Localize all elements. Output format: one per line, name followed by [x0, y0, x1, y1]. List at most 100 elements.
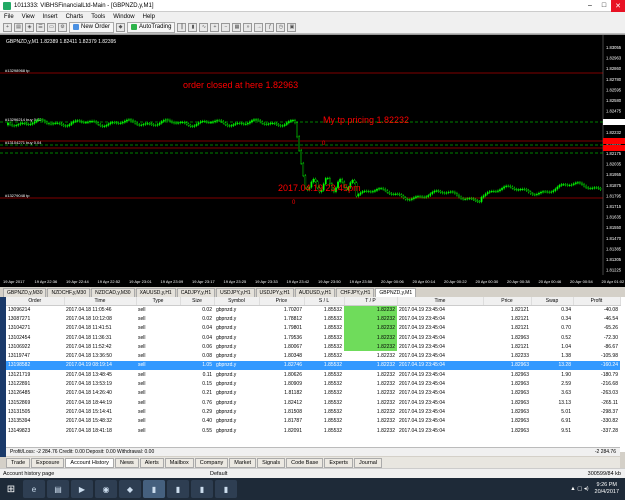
chart-tab[interactable]: CHFJPY,y,H1 [336, 288, 375, 297]
candle-chart-icon[interactable]: ▮ [188, 22, 198, 32]
bar-chart-icon[interactable]: ┃ [177, 22, 187, 32]
terminal-icon[interactable]: ▭ [47, 22, 56, 32]
autotrading-button[interactable]: AutoTrading [127, 21, 176, 33]
table-row[interactable]: 13152869 2017.04.18 18:44:19 sell 0.76 gbpnz… [6, 398, 620, 407]
terminal-tab[interactable]: News [114, 457, 139, 468]
chrome-taskbar-icon[interactable]: ◉ [95, 480, 117, 498]
column-header[interactable]: Order [6, 297, 65, 306]
terminal-tab[interactable]: Company [194, 457, 229, 468]
terminal-tab[interactable]: Mailbox [164, 457, 194, 468]
new-chart-icon[interactable]: + [3, 22, 12, 32]
table-row[interactable]: 13087271 2017.04.18 10:12:08 sell 0.02 gbpnz… [6, 314, 620, 324]
close-button[interactable]: ✕ [611, 0, 625, 12]
profiles-icon[interactable]: ▤ [14, 22, 23, 32]
explorer-taskbar-icon[interactable]: ▤ [47, 480, 69, 498]
new-order-button[interactable]: New Order [69, 21, 115, 33]
table-cell: sell [138, 418, 146, 425]
tester-icon[interactable]: ⚙ [58, 22, 67, 32]
mt4-taskbar-icon[interactable]: ▮ [143, 480, 165, 498]
column-header[interactable]: Time [64, 297, 137, 306]
chart-tab[interactable]: USDJPY,y,H1 [216, 288, 255, 297]
table-cell: 1.82963 [510, 371, 529, 378]
table-row[interactable]: 13121719 2017.04.18 13:48:45 sell 0.11 gbpnz… [6, 370, 620, 379]
table-row[interactable]: 13131505 2017.04.18 15:14:41 sell 0.29 gbpnz… [6, 407, 620, 416]
app-taskbar-icon[interactable]: ◆ [119, 480, 141, 498]
chart-shift-icon[interactable]: → [254, 22, 264, 32]
candle-body [540, 191, 542, 194]
terminal-tab[interactable]: Code Base [286, 457, 324, 468]
table-row[interactable]: 13102454 2017.04.18 11:36:31 sell 0.04 gbpnz… [6, 332, 620, 343]
market-watch-icon[interactable]: ◈ [25, 22, 34, 32]
chart-tab[interactable]: GBPNZD,y,M1 [375, 288, 417, 297]
terminal-tab[interactable]: Exposure [31, 457, 65, 468]
terminal-tab[interactable]: Alerts [139, 457, 164, 468]
tile-icon[interactable]: ▦ [232, 22, 242, 32]
menu-file[interactable]: File [0, 14, 18, 20]
column-header[interactable]: Symbol [214, 297, 260, 306]
autoscroll-icon[interactable]: » [243, 22, 253, 32]
table-row[interactable]: 13135394 2017.04.18 15:48:32 sell 0.40 gbpnz… [6, 417, 620, 426]
terminal-tab[interactable]: Market [229, 457, 257, 468]
price-chart[interactable]: GBPNZD,y,M1 1.82389 1.82411 1.82379 1.82… [0, 35, 625, 275]
ie-taskbar-icon[interactable]: e [23, 480, 45, 498]
windows-start-icon[interactable]: ⊞ [0, 478, 22, 500]
menu-window[interactable]: Window [109, 14, 138, 20]
column-header[interactable]: Price [259, 297, 305, 306]
terminal-tab[interactable]: Trade [6, 457, 31, 468]
table-cell: -265.11 [601, 399, 618, 406]
menu-insert[interactable]: Insert [39, 14, 62, 20]
chart-tab[interactable]: NZDCHF,y,M30 [47, 288, 91, 297]
zoom-out-icon[interactable]: − [221, 22, 231, 32]
menu-tools[interactable]: Tools [87, 14, 109, 20]
mt4-fourth-taskbar-icon[interactable]: ▮ [215, 480, 237, 498]
chart-tab[interactable]: GBPNZD,y,M30 [3, 288, 47, 297]
indicators-icon[interactable]: ƒ [265, 22, 275, 32]
table-row[interactable]: 13126485 2017.04.18 14:26:40 sell 0.21 gbpnz… [6, 389, 620, 398]
table-row[interactable]: 13106922 2017.04.18 11:52:42 sell 0.06 gbpnz… [6, 342, 620, 352]
chart-tab[interactable]: USDJPY,y,H1 [255, 288, 294, 297]
column-header[interactable]: Price [483, 297, 532, 306]
templates-icon[interactable]: ▣ [287, 22, 297, 32]
column-header[interactable]: Profit [573, 297, 621, 306]
table-row[interactable]: 13119747 2017.04.18 13:36:50 sell 0.08 gbpnz… [6, 351, 620, 360]
terminal-tab[interactable]: Account History [65, 457, 114, 468]
terminal-tab[interactable]: Signals [257, 457, 286, 468]
line-chart-icon[interactable]: ∿ [199, 22, 209, 32]
mt4-third-taskbar-icon[interactable]: ▮ [191, 480, 213, 498]
table-row[interactable]: 13104271 2017.04.18 11:41:51 sell 0.04 gbpnz… [6, 323, 620, 333]
periods-icon[interactable]: ◷ [276, 22, 286, 32]
column-header[interactable]: Size [180, 297, 215, 306]
column-header[interactable]: Time [397, 297, 484, 306]
column-header[interactable]: Swap [531, 297, 574, 306]
price-label: 1.81470 [606, 236, 622, 241]
table-row[interactable]: 13096214 2017.04.18 11:05:46 sell 0.02 gbpnz… [6, 305, 620, 315]
minimize-button[interactable]: – [583, 0, 597, 12]
tray-icons[interactable]: ▲ ▢ ◂) [570, 486, 588, 492]
mt4-second-taskbar-icon[interactable]: ▮ [167, 480, 189, 498]
table-cell: 0.15 [202, 381, 212, 388]
terminal-tab[interactable]: Journal [354, 457, 383, 468]
chart-tab[interactable]: XAUUSD,y,H1 [135, 288, 176, 297]
maximize-button[interactable]: □ [597, 0, 611, 12]
app-icon [3, 1, 11, 10]
menu-help[interactable]: Help [139, 14, 159, 20]
media-taskbar-icon[interactable]: ▶ [71, 480, 93, 498]
chart-tab[interactable]: NZDCAD,y,M30 [91, 288, 135, 297]
table-row[interactable]: 13122891 2017.04.18 13:53:19 sell 0.15 gbpnz… [6, 379, 620, 388]
meta-editor-icon[interactable]: ◆ [116, 22, 126, 32]
terminal-tab[interactable]: Experts [324, 457, 353, 468]
table-row[interactable]: 13149823 2017.04.18 18:41:18 sell 0.55 gbpnz… [6, 426, 620, 435]
column-header[interactable]: T / P [344, 297, 398, 306]
chart-tab[interactable]: AUDUSD,y,H1 [294, 288, 336, 297]
column-header[interactable]: Type [136, 297, 181, 306]
chart-tab[interactable]: CADJPY,y,H1 [176, 288, 216, 297]
candle-body [388, 192, 391, 194]
navigator-icon[interactable]: ☰ [36, 22, 45, 32]
menu-charts[interactable]: Charts [62, 14, 88, 20]
zoom-in-icon[interactable]: + [210, 22, 220, 32]
table-row[interactable]: 13198582 2017.04.19 08:19:14 sell 1.05 gbpnz… [6, 360, 620, 371]
candle-body [72, 121, 75, 124]
clock[interactable]: 9:26 PM 20/4/2017 [595, 482, 619, 496]
menu-view[interactable]: View [18, 14, 39, 20]
column-header[interactable]: S / L [304, 297, 345, 306]
